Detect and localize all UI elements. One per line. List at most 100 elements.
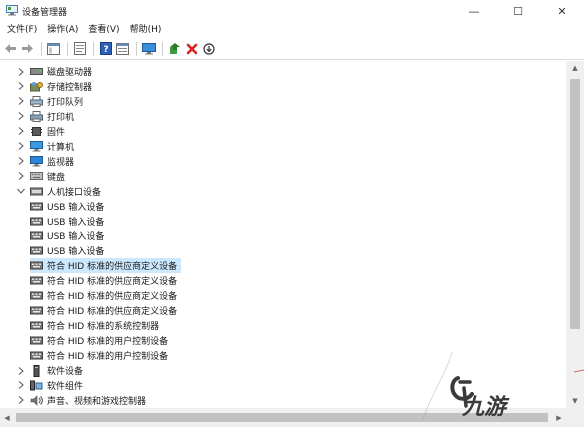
toolbar-separator <box>41 41 42 56</box>
chevron-right-icon[interactable] <box>16 154 26 169</box>
title-bar: 设备管理器 — ☐ ✕ <box>0 0 584 22</box>
help-icon[interactable]: ? <box>98 41 113 56</box>
tree-device[interactable]: 符合 HID 标准的用户控制设备 <box>30 333 168 348</box>
tree-device[interactable]: 符合 HID 标准的供应商定义设备 <box>30 258 182 274</box>
scroll-up-icon[interactable]: ▲ <box>566 61 584 75</box>
minimize-button[interactable]: — <box>452 0 496 22</box>
menu-view[interactable]: 查看(V) <box>83 22 124 38</box>
hid-device-icon <box>30 275 43 286</box>
tree-item-label: 人机接口设备 <box>47 187 102 198</box>
chevron-right-icon[interactable] <box>16 393 26 408</box>
monitor-icon <box>30 155 43 167</box>
tree-device[interactable]: 符合 HID 标准的供应商定义设备 <box>30 288 177 303</box>
tree-category[interactable]: 软件设备 <box>16 363 83 378</box>
tree-device[interactable]: USB 输入设备 <box>30 243 104 258</box>
menu-action[interactable]: 操作(A) <box>42 22 83 38</box>
chevron-right-icon[interactable] <box>16 378 26 393</box>
tree-item-label: USB 输入设备 <box>47 202 105 213</box>
vertical-scroll-thumb[interactable] <box>570 79 580 329</box>
toolbar: ? <box>0 38 584 60</box>
tree-item-label: 打印队列 <box>47 97 84 108</box>
tree-item-label: 软件组件 <box>47 381 84 392</box>
hid-device-icon <box>30 230 43 241</box>
tree-category[interactable]: 计算机 <box>16 139 74 154</box>
tree-category[interactable]: 打印机 <box>16 109 74 124</box>
tree-category[interactable]: 监视器 <box>16 154 74 169</box>
tree-item-label: 键盘 <box>47 172 66 183</box>
properties-icon[interactable] <box>72 41 87 56</box>
toolbar-separator <box>93 41 94 56</box>
tree-device[interactable]: USB 输入设备 <box>30 214 104 229</box>
tree-item-label: 磁盘驱动器 <box>47 68 93 78</box>
tree-device[interactable]: 符合 HID 标准的用户控制设备 <box>30 348 168 363</box>
tree-category[interactable]: 人机接口设备 <box>16 184 101 199</box>
hid-icon <box>30 186 43 197</box>
chevron-right-icon[interactable] <box>16 169 26 184</box>
chevron-right-icon[interactable] <box>16 64 26 79</box>
disk-drive-icon <box>30 66 43 77</box>
sound-icon <box>30 395 43 406</box>
tree-item-label: 固件 <box>47 127 66 138</box>
back-icon[interactable] <box>3 41 18 56</box>
tree-category[interactable]: 存储控制器 <box>16 79 92 94</box>
close-button[interactable]: ✕ <box>540 0 584 22</box>
device-tree[interactable]: 磁盘驱动器 存储控制器打印队列 打印机固件 计算机 监视器键盘人机接口设备 USB 输入设… <box>0 61 566 408</box>
monitor-icon[interactable] <box>141 41 156 56</box>
menu-file[interactable]: 文件(F) <box>2 22 42 38</box>
tree-device[interactable]: 符合 HID 标准的供应商定义设备 <box>30 303 177 318</box>
chevron-right-icon[interactable] <box>16 139 26 154</box>
tree-item-label: 符合 HID 标准的供应商定义设备 <box>47 277 178 288</box>
update-driver-icon[interactable] <box>167 41 182 56</box>
tree-item-label: 符合 HID 标准的用户控制设备 <box>47 352 169 363</box>
scroll-right-icon[interactable]: ▶ <box>552 408 566 427</box>
scroll-left-icon[interactable]: ◀ <box>0 408 14 427</box>
tree-item-label: 符合 HID 标准的系统控制器 <box>47 322 160 333</box>
tree-item-label: USB 输入设备 <box>47 247 105 258</box>
menu-help[interactable]: 帮助(H) <box>125 22 167 38</box>
tree-category[interactable]: 键盘 <box>16 169 65 184</box>
scan-icon[interactable] <box>201 41 216 56</box>
resource-view-icon[interactable] <box>115 41 130 56</box>
uninstall-icon[interactable] <box>184 41 199 56</box>
software-device-icon <box>30 364 43 377</box>
toolbar-separator <box>67 41 68 56</box>
chevron-down-icon[interactable] <box>16 184 26 199</box>
chevron-right-icon[interactable] <box>16 109 26 124</box>
device-manager-window: 设备管理器 — ☐ ✕ 文件(F) 操作(A) 查看(V) 帮助(H) ? 磁盘… <box>0 0 584 427</box>
tree-category[interactable]: 打印队列 <box>16 94 83 109</box>
hid-device-icon <box>30 201 43 212</box>
hid-device-icon <box>30 260 43 271</box>
tree-category[interactable]: 软件组件 <box>16 378 83 393</box>
menu-bar: 文件(F) 操作(A) 查看(V) 帮助(H) <box>0 22 584 38</box>
hid-device-icon <box>30 245 43 256</box>
hid-device-icon <box>30 290 43 301</box>
device-manager-app-icon <box>6 5 18 16</box>
tree-device[interactable]: USB 输入设备 <box>30 228 104 243</box>
tree-category[interactable]: 固件 <box>16 124 65 139</box>
hid-device-icon <box>30 216 43 227</box>
maximize-button[interactable]: ☐ <box>496 0 540 22</box>
chevron-right-icon[interactable] <box>16 79 26 94</box>
tree-category[interactable]: 声音、视频和游戏控制器 <box>16 393 146 408</box>
forward-icon[interactable] <box>20 41 35 56</box>
tree-item-label: 声音、视频和游戏控制器 <box>47 396 147 407</box>
tree-device[interactable]: 符合 HID 标准的系统控制器 <box>30 318 159 333</box>
keyboard-icon <box>30 171 43 182</box>
tree-category[interactable]: 磁盘驱动器 <box>16 64 92 79</box>
chevron-right-icon[interactable] <box>16 124 26 139</box>
printer-icon <box>30 110 43 122</box>
vertical-scrollbar[interactable]: ▲ ▼ <box>566 61 584 408</box>
scroll-down-icon[interactable]: ▼ <box>566 394 584 408</box>
tree-item-label: 符合 HID 标准的供应商定义设备 <box>47 292 178 303</box>
printer-queue-icon <box>30 95 43 107</box>
storage-controller-icon <box>30 81 43 92</box>
software-component-icon <box>30 380 43 391</box>
chevron-right-icon[interactable] <box>16 363 26 378</box>
tree-device[interactable]: 符合 HID 标准的供应商定义设备 <box>30 273 177 288</box>
hid-device-icon <box>30 335 43 346</box>
tree-device[interactable]: USB 输入设备 <box>30 199 104 214</box>
hid-device-icon <box>30 350 43 361</box>
chevron-right-icon[interactable] <box>16 94 26 109</box>
tree-view-icon[interactable] <box>46 41 61 56</box>
window-title: 设备管理器 <box>22 8 68 18</box>
